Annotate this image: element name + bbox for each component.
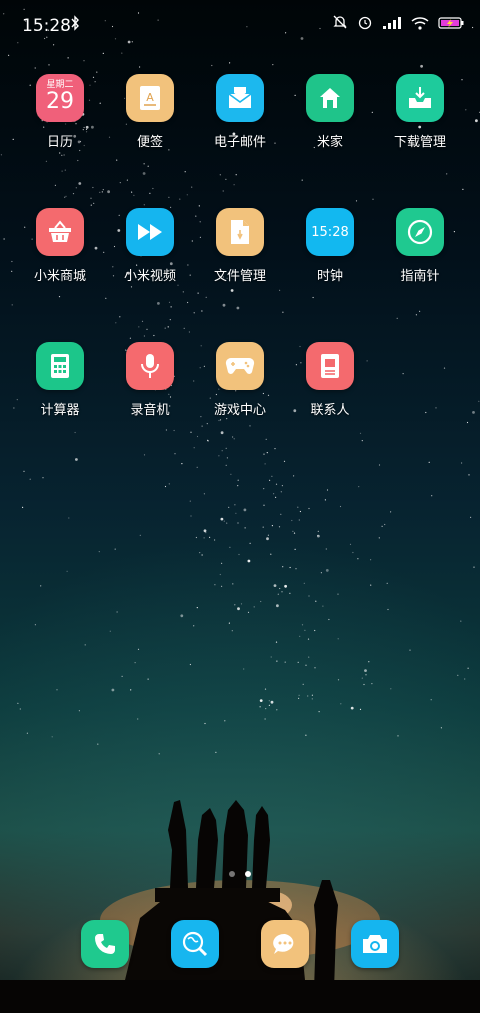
wifi-icon [411,15,429,34]
calendar-date: 29 [46,89,74,114]
browser-icon [171,920,219,968]
app-label: 联系人 [310,403,350,418]
gamepad-icon [216,342,264,390]
email-icon [216,74,264,122]
app-label: 电子邮件 [213,135,266,150]
app-label: 录音机 [130,403,170,418]
app-label: 下载管理 [393,135,446,150]
microphone-icon [126,342,174,390]
status-bar: 15:28 [0,0,480,48]
app-label: 便签 [136,135,163,150]
battery-charging-icon [438,15,464,34]
wallpaper-silhouettes [0,800,480,1013]
app-game-center[interactable]: 游戏中心 [195,342,285,418]
file-icon [216,208,264,256]
app-mi-video[interactable]: 小米视频 [105,208,195,284]
calendar-icon: 星期二 29 [36,74,84,122]
app-file-manager[interactable]: 文件管理 [195,208,285,284]
calculator-icon [36,342,84,390]
wallpaper-starfield [0,8,480,755]
notes-icon: A [126,74,174,122]
app-label: 文件管理 [213,269,266,284]
app-label: 小米商城 [33,269,86,284]
app-mi-store[interactable]: 小米商城 [15,208,105,284]
status-time: 15:28 [22,16,71,36]
phone-icon [81,920,129,968]
shop-basket-icon [36,208,84,256]
app-label: 计算器 [40,403,80,418]
clock-icon: 15:28 [306,208,354,256]
download-icon [396,74,444,122]
mute-icon [332,14,348,34]
page-indicator [0,871,480,877]
home-icon [306,74,354,122]
app-label: 时钟 [316,269,343,284]
app-downloads[interactable]: 下载管理 [375,74,465,150]
app-compass[interactable]: 指南针 [375,208,465,284]
alarm-icon [357,14,373,34]
app-notes[interactable]: A 便签 [105,74,195,150]
dock-phone[interactable] [60,920,150,968]
dock-camera[interactable] [330,920,420,968]
clock-widget-time: 15:28 [311,224,349,240]
video-play-icon [126,208,174,256]
app-clock[interactable]: 15:28 时钟 [285,208,375,284]
compass-icon [396,208,444,256]
dock-browser[interactable] [150,920,240,968]
app-email[interactable]: 电子邮件 [195,74,285,150]
messages-icon [261,920,309,968]
app-label: 游戏中心 [213,403,266,418]
app-mijia[interactable]: 米家 [285,74,375,150]
app-label: 米家 [316,135,343,150]
app-label: 指南针 [400,269,440,284]
app-label: 小米视频 [123,269,176,284]
app-label: 日历 [46,135,73,150]
app-calendar[interactable]: 星期二 29 日历 [15,74,105,150]
svg-text:A: A [146,91,154,104]
camera-icon [351,920,399,968]
dock-messages[interactable] [240,920,330,968]
contacts-icon [306,342,354,390]
app-recorder[interactable]: 录音机 [105,342,195,418]
page-dot[interactable] [229,871,235,877]
bluetooth-icon [70,15,80,35]
app-calculator[interactable]: 计算器 [15,342,105,418]
page-dot-active[interactable] [245,871,251,877]
signal-icon [382,15,402,34]
app-contacts[interactable]: 联系人 [285,342,375,418]
